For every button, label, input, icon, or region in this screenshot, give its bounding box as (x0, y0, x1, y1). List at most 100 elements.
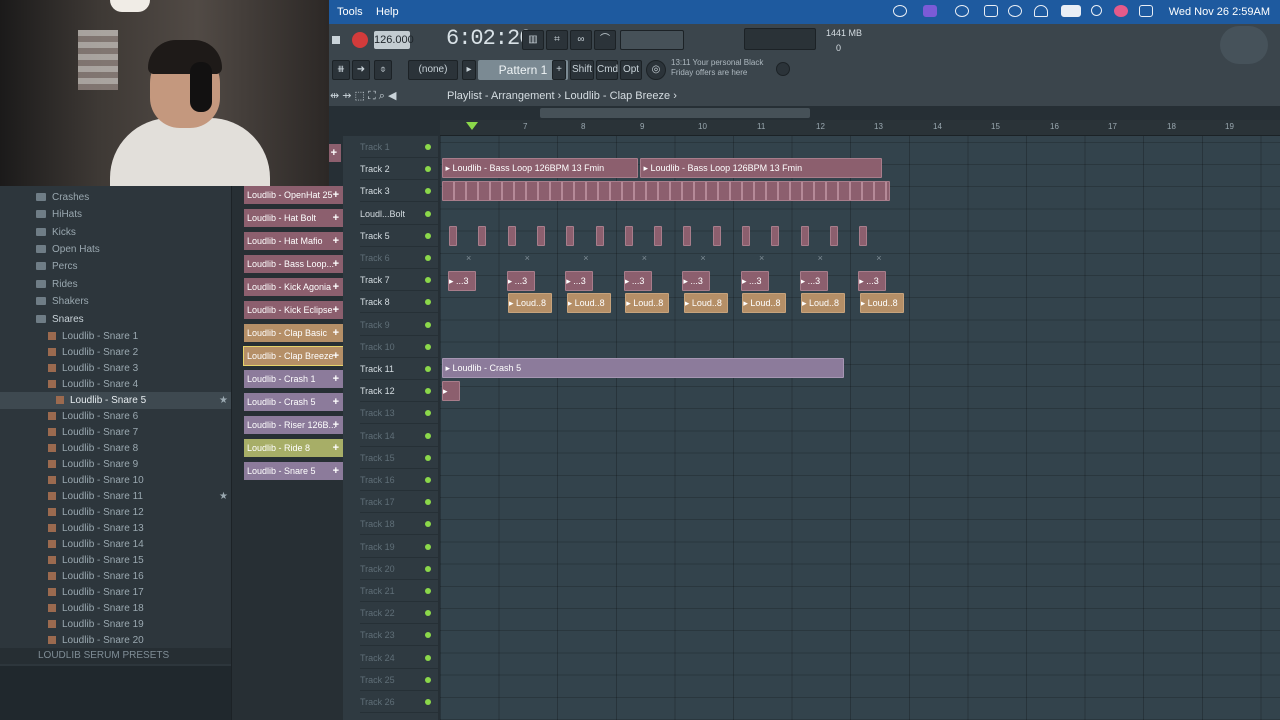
file-item[interactable]: Loudlib - Snare 18 (0, 600, 231, 617)
clip-clap[interactable]: ▸ ...3 (506, 271, 535, 291)
folder-item-kicks[interactable]: Kicks (0, 224, 231, 241)
track-header[interactable]: Track 13 (360, 402, 438, 425)
file-item[interactable]: Loudlib - Snare 3 (0, 360, 231, 377)
file-item[interactable]: Loudlib - Snare 19 (0, 616, 231, 633)
master-volume-slider[interactable] (620, 30, 684, 50)
clip-hat-pattern[interactable] (442, 181, 890, 201)
track-header[interactable]: Track 22 (360, 602, 438, 625)
clip-kick[interactable] (712, 226, 721, 246)
arrow-icon[interactable]: ➜ (352, 60, 370, 80)
pattern-add-icon[interactable]: + (552, 60, 566, 80)
file-item[interactable]: Loudlib - Snare 9 (0, 456, 231, 473)
user-icon[interactable] (1114, 5, 1128, 17)
track-header[interactable]: Track 9 (360, 314, 438, 336)
clip-clap-breeze[interactable]: ▸ Loud..8 (859, 293, 904, 313)
clip-clap-breeze[interactable]: ▸ Loud..8 (683, 293, 728, 313)
channel-button[interactable]: Loudlib - Crash 5 + (244, 393, 343, 411)
microphone-icon[interactable]: ⌽ (374, 60, 392, 80)
playhead-marker-icon[interactable] (466, 122, 478, 130)
record-button[interactable] (352, 32, 368, 48)
track-header[interactable]: Track 26 (360, 691, 438, 713)
muted-clip-icon[interactable]: × (700, 253, 705, 263)
file-item-selected[interactable]: Loudlib - Snare 5 ★ (0, 392, 231, 409)
clip-kick[interactable] (478, 226, 487, 246)
channel-button[interactable]: Loudlib - Kick Agonia + (244, 278, 343, 296)
channel-button[interactable]: Loudlib - Clap Breeze + (243, 346, 344, 366)
clip-kick[interactable] (800, 226, 809, 246)
tempo-display[interactable]: 126.000 (374, 31, 414, 49)
folder-item-rides[interactable]: Rides (0, 276, 231, 293)
playlist-tools-icons[interactable]: ⇹ ⇸ ⬚ ⛶ ⌕ ◀ (330, 89, 396, 103)
shift-button[interactable]: Shift (570, 60, 594, 80)
clip-clap-breeze[interactable]: ▸ Loud..8 (625, 293, 670, 313)
track-header[interactable]: Track 16 (360, 469, 438, 491)
track-header[interactable]: Track 15 (360, 447, 438, 469)
menu-tools[interactable]: Tools (337, 6, 363, 18)
clip-clap[interactable]: ▸ ...3 (682, 271, 711, 291)
folder-item-percs[interactable]: Percs (0, 258, 231, 275)
file-item[interactable]: Loudlib - Snare 7 (0, 424, 231, 441)
file-item[interactable]: Loudlib - Snare 8 (0, 440, 231, 457)
clip-kick[interactable] (566, 226, 575, 246)
track-header[interactable]: Track 1 (360, 136, 438, 158)
track-header[interactable]: Track 20 (360, 558, 438, 580)
playlist-grid[interactable]: ▸ Loudlib - Bass Loop 126BPM 13 Fmin ▸ L… (440, 136, 1280, 720)
search-icon[interactable] (1091, 5, 1102, 16)
menu-help[interactable]: Help (376, 6, 399, 18)
globe-icon[interactable] (776, 62, 790, 76)
muted-clip-icon[interactable]: × (818, 253, 823, 263)
track-header[interactable]: Track 24 (360, 647, 438, 669)
folder-item-shakers[interactable]: Shakers (0, 293, 231, 310)
clip-clap[interactable]: ▸ ...3 (741, 271, 769, 291)
track-header[interactable]: Track 12 (360, 380, 438, 403)
track-header[interactable]: Track 5 (360, 225, 438, 247)
file-item[interactable]: Loudlib - Snare 12 (0, 504, 231, 521)
track-header[interactable]: Track 19 (360, 536, 438, 558)
play-icon[interactable] (1008, 5, 1022, 17)
clip-kick[interactable] (771, 226, 780, 246)
clip-clap-breeze[interactable]: ▸ Loud..8 (566, 293, 611, 313)
clip-kick[interactable] (654, 226, 663, 246)
clip-clap[interactable]: ▸ ...3 (448, 271, 476, 291)
clip-kick[interactable] (624, 226, 633, 246)
clip-clap-breeze[interactable]: ▸ Loud..8 (742, 293, 787, 313)
track-header[interactable]: Track 3 (360, 180, 438, 203)
muted-clip-icon[interactable]: × (583, 253, 588, 263)
track-header[interactable]: Track 21 (360, 580, 438, 602)
channel-button[interactable]: Loudlib - Snare 5 + (244, 462, 343, 480)
file-item[interactable]: Loudlib - Snare 10 (0, 472, 231, 489)
channel-button[interactable]: Loudlib - Hat Mafio + (244, 232, 343, 250)
folder-item-hihats[interactable]: HiHats (0, 206, 231, 223)
snap-icon[interactable]: ◎ (646, 60, 666, 80)
clip-kick[interactable] (507, 226, 516, 246)
pattern-select[interactable]: (none) (408, 60, 458, 80)
battery-icon[interactable] (1061, 5, 1081, 17)
news-panel[interactable]: 13:11 Your personal Black Friday offers … (671, 58, 771, 82)
channel-button[interactable]: Loudlib - Hat Bolt + (244, 209, 343, 227)
folder-item-crashes[interactable]: Crashes (0, 189, 231, 206)
serum-presets-folder[interactable]: LOUDLIB SERUM PRESETS (0, 648, 231, 664)
cmd-button[interactable]: Cmd (596, 60, 618, 80)
file-item[interactable]: Loudlib - Snare 1 (0, 328, 231, 345)
status-icon[interactable] (893, 5, 907, 17)
clip-kick[interactable] (829, 226, 838, 246)
clip-clap-breeze[interactable]: ▸ Loud..8 (801, 293, 845, 313)
track-header[interactable]: Track 23 (360, 624, 438, 647)
file-item[interactable]: Loudlib - Snare 13 (0, 520, 231, 537)
channel-add-button[interactable]: + (329, 144, 341, 162)
clip-kick[interactable] (683, 226, 692, 246)
clip-clap[interactable]: ▸ ...3 (858, 271, 887, 291)
muted-clip-icon[interactable]: × (466, 253, 471, 263)
muted-clip-icon[interactable]: × (759, 253, 764, 263)
tuner-icon[interactable]: ⌒ (594, 30, 616, 50)
track-header[interactable]: Track 17 (360, 491, 438, 514)
folder-item-snares[interactable]: Snares (0, 311, 231, 328)
file-item[interactable]: Loudlib - Snare 14 (0, 536, 231, 553)
track-header[interactable]: Track 11 (360, 358, 438, 380)
clip-bass-loop[interactable]: ▸ Loudlib - Bass Loop 126BPM 13 Fmin (640, 158, 882, 178)
muted-clip-icon[interactable]: × (525, 253, 530, 263)
display-icon[interactable] (984, 5, 998, 17)
file-item[interactable]: Loudlib - Snare 2 (0, 344, 231, 361)
clip-kick[interactable] (595, 226, 604, 246)
clip-kick[interactable] (742, 226, 750, 246)
